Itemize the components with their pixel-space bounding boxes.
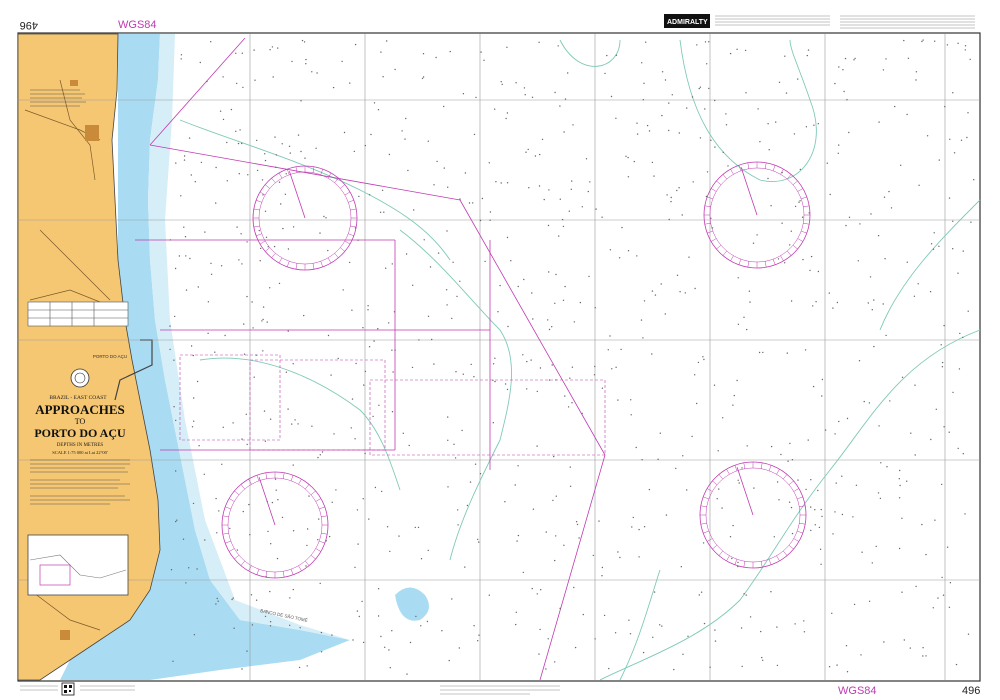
hydrographic-seal-icon	[70, 368, 90, 388]
tidal-table	[27, 301, 129, 327]
region-label: BRAZIL - EAST COAST	[49, 395, 107, 401]
datum-label-bottom: WGS84	[838, 685, 877, 697]
inset-map	[27, 534, 129, 596]
qr-code-icon	[61, 682, 75, 696]
chart-title-line1: APPROACHES	[35, 402, 125, 417]
chart-title-line3: PORTO DO AÇU	[34, 426, 126, 440]
nautical-chart: 496 WGS84 ADMIRALTY BRAZIL - EAST COAST …	[0, 0, 1000, 700]
chart-number-top-left: 496	[20, 19, 38, 31]
chart-title-line2: TO	[75, 417, 86, 426]
depths-unit-label: DEPTHS IN METRES	[57, 443, 104, 448]
datum-label-top: WGS84	[118, 19, 157, 31]
chart-number-bottom-right: 496	[962, 685, 980, 697]
admiralty-logo-icon: ADMIRALTY	[664, 14, 710, 28]
port-label: PORTO DO AÇU	[93, 354, 127, 359]
scale-label: SCALE 1:75 000 at Lat 22°00'	[52, 450, 108, 455]
svg-text:ADMIRALTY: ADMIRALTY	[667, 19, 708, 26]
